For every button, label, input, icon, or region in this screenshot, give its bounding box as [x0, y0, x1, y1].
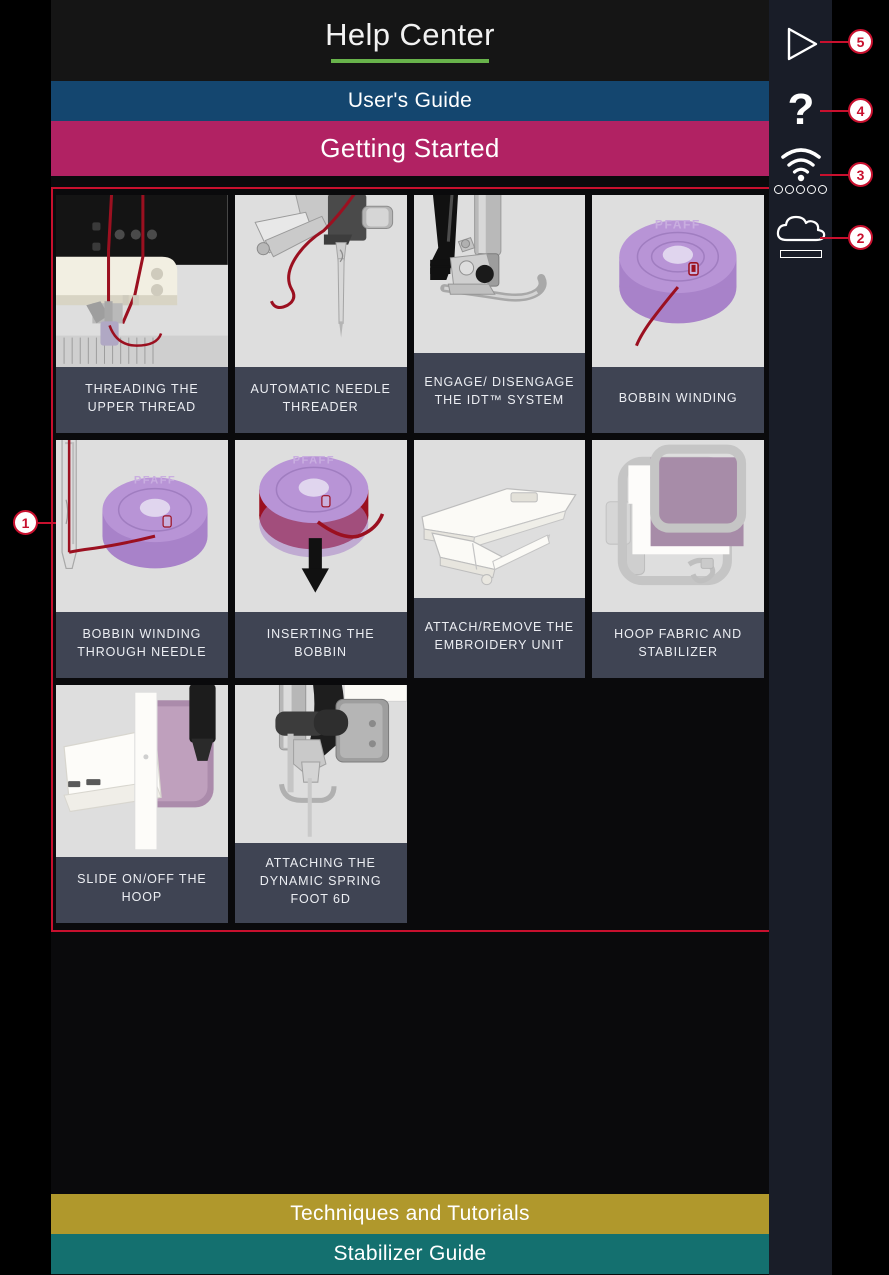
tile-hoop-fabric-and-stabilizer[interactable]: HOOP FABRIC AND STABILIZER [592, 440, 764, 678]
annotation-leader-1 [38, 522, 56, 524]
tile-bobbin-winding-through-needle[interactable]: PFAFF BOBBIN WINDING THROUGH NEEDLE [56, 440, 228, 678]
tile-label: ENGAGE/ DISENGAGE THE IDT™ SYSTEM [413, 353, 586, 433]
help-center-screen: Help Center User's Guide Getting Started [0, 0, 889, 1275]
tile-engage-disengage-idt-system[interactable]: ENGAGE/ DISENGAGE THE IDT™ SYSTEM [413, 195, 586, 433]
tile-label: ATTACHING THE DYNAMIC SPRING FOOT 6D [234, 843, 407, 923]
bottom-nav-bars: Techniques and Tutorials Stabilizer Guid… [51, 1194, 769, 1274]
sidebar-item-wifi[interactable] [769, 148, 832, 194]
threading-upper-thread-illustration [56, 195, 228, 367]
play-icon [787, 27, 817, 61]
hoop-fabric-stabilizer-illustration [592, 440, 764, 612]
annotation-leader-3 [820, 174, 850, 176]
wifi-dots-indicator [774, 185, 827, 194]
wifi-dot [785, 185, 794, 194]
cloud-icon [776, 215, 825, 242]
tile-label: HOOP FABRIC AND STABILIZER [592, 612, 764, 678]
cloud-progress-bar [779, 250, 822, 258]
slide-hoop-illustration [56, 685, 228, 857]
svg-text:PFAFF: PFAFF [134, 475, 176, 487]
nav-bar-techniques-and-tutorials[interactable]: Techniques and Tutorials [51, 1194, 769, 1234]
right-sidebar: ? [769, 0, 832, 1275]
automatic-needle-threader-illustration [234, 195, 407, 367]
tile-label: THREADING THE UPPER THREAD [56, 367, 228, 433]
annotation-leader-5 [820, 41, 850, 43]
tile-label: ATTACH/REMOVE THE EMBROIDERY UNIT [413, 598, 586, 678]
idt-system-illustration [413, 195, 586, 353]
dynamic-spring-foot-illustration [234, 685, 407, 843]
tile-attaching-dynamic-spring-foot-6d[interactable]: ATTACHING THE DYNAMIC SPRING FOOT 6D [234, 685, 407, 923]
tile-label: SLIDE ON/OFF THE HOOP [56, 857, 228, 923]
annotation-leader-2 [820, 237, 850, 239]
page-title-bar: Help Center [51, 0, 769, 81]
bobbin-winding-illustration: PFAFF [592, 195, 764, 367]
annotation-badge-1: 1 [13, 510, 38, 535]
svg-text:PFAFF: PFAFF [292, 454, 334, 466]
inserting-bobbin-illustration: PFAFF [234, 440, 407, 612]
annotation-leader-4 [820, 110, 850, 112]
tile-label: AUTOMATIC NEEDLE THREADER [234, 367, 407, 433]
tile-slide-on-off-the-hoop[interactable]: SLIDE ON/OFF THE HOOP [56, 685, 228, 923]
sidebar-item-help[interactable]: ? [769, 88, 832, 136]
sidebar-item-play[interactable] [769, 24, 832, 64]
main-content-column: Help Center User's Guide Getting Started [51, 0, 769, 1275]
tile-inserting-the-bobbin[interactable]: PFAFF INSERTING THE BOBBIN [234, 440, 407, 678]
embroidery-unit-illustration [413, 440, 586, 598]
tile-threading-the-upper-thread[interactable]: THREADING THE UPPER THREAD [56, 195, 228, 433]
nav-bar-stabilizer-guide[interactable]: Stabilizer Guide [51, 1234, 769, 1274]
svg-text:?: ? [787, 88, 814, 134]
sidebar-item-cloud[interactable] [769, 214, 832, 258]
tile-attach-remove-embroidery-unit[interactable]: ATTACH/REMOVE THE EMBROIDERY UNIT [413, 440, 586, 678]
tile-bobbin-winding[interactable]: PFAFF BOBBIN WINDING [592, 195, 764, 433]
annotation-badge-3: 3 [848, 162, 873, 187]
tile-automatic-needle-threader[interactable]: AUTOMATIC NEEDLE THREADER [234, 195, 407, 433]
question-mark-icon: ? [787, 88, 814, 134]
tile-grid-container: THREADING THE UPPER THREAD AUTOMATIC NEE… [51, 189, 769, 933]
tile-grid: THREADING THE UPPER THREAD AUTOMATIC NEE… [56, 195, 764, 923]
title-underline [331, 58, 489, 63]
wifi-dot [774, 185, 783, 194]
nav-bar-getting-started[interactable]: Getting Started [51, 121, 769, 176]
wifi-dot [807, 185, 816, 194]
tile-label: BOBBIN WINDING THROUGH NEEDLE [56, 612, 228, 678]
bobbin-winding-through-needle-illustration: PFAFF [56, 440, 228, 612]
tile-label: INSERTING THE BOBBIN [234, 612, 407, 678]
wifi-dot [796, 185, 805, 194]
annotation-badge-4: 4 [848, 98, 873, 123]
wifi-dot [818, 185, 827, 194]
page-title: Help Center [325, 16, 495, 52]
annotation-badge-5: 5 [848, 29, 873, 54]
nav-bar-users-guide[interactable]: User's Guide [51, 81, 769, 121]
bobbin-brand-text: PFAFF [655, 217, 701, 231]
wifi-icon [780, 148, 821, 182]
annotation-badge-2: 2 [848, 225, 873, 250]
tile-label: BOBBIN WINDING [592, 367, 764, 433]
